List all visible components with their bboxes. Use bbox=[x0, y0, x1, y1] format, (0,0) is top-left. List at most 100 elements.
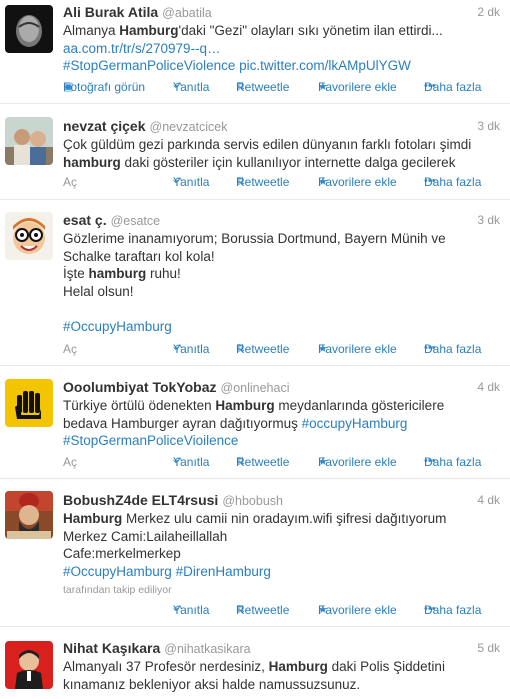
user-fullname[interactable]: BobushZ4de ELT4rsusi bbox=[63, 492, 218, 508]
avatar[interactable] bbox=[5, 491, 53, 539]
action-label: Retweetle bbox=[236, 603, 290, 617]
tweet-text: Hamburg Merkez ulu camii nin oradayım.wi… bbox=[63, 510, 502, 580]
hashtag-link[interactable]: #OccupyHamburg bbox=[63, 319, 172, 334]
tweet-actions: Aç ↶ Yanıtla ⇅ Retweetle ★ Favorilere ekle … bbox=[63, 455, 502, 471]
tweet-header: Ooolumbiyat TokYobaz @onlinehaci 4 dk bbox=[63, 379, 500, 397]
text-segment: ruhu! bbox=[146, 266, 181, 281]
text-segment: meydanlarında göstericilere bbox=[274, 398, 445, 413]
text-line: Helal olsun! bbox=[63, 283, 134, 299]
tweet-text: Almanya Hamburg'daki "Gezi" olayları sık… bbox=[63, 22, 502, 75]
avatar[interactable] bbox=[5, 379, 53, 427]
tweet-actions: ▣ Fotoğrafı görün ↶ Yanıtla ⇅ Retweetle ★ Fa… bbox=[63, 80, 502, 96]
tweet-timestamp[interactable]: 2 dk bbox=[477, 5, 500, 19]
action-label: Daha fazla bbox=[424, 175, 482, 189]
tweet[interactable]: nevzat çiçek @nevzatcicek 3 dk Çok güldüm… bbox=[0, 104, 510, 200]
action-label: Favorilere ekle bbox=[318, 342, 397, 356]
tweet-actions: Aç ↶ Yanıtla ⇅ Retweetle ★ Favorilere ekle … bbox=[63, 342, 502, 358]
action-label: Daha fazla bbox=[424, 342, 482, 356]
tweet-timestamp[interactable]: 5 dk bbox=[477, 641, 500, 655]
text-segment: daki Polis Şiddetini bbox=[327, 659, 445, 674]
action-label: Yanıtla bbox=[173, 175, 210, 189]
hashtag-link[interactable]: #OccupyHamburg bbox=[63, 564, 172, 579]
avatar[interactable] bbox=[5, 5, 53, 53]
hashtag-link[interactable]: #occupyHamburg bbox=[302, 416, 408, 431]
text-line: Merkez Cami:Lailaheillallah bbox=[63, 528, 228, 544]
hashtag-link[interactable]: #StopGermanPoliceViolence bbox=[63, 58, 235, 73]
action-label: Favorilere ekle bbox=[318, 455, 397, 469]
tweet-timestamp[interactable]: 4 dk bbox=[477, 493, 500, 507]
text-segment: bedava Hamburger ayran dağıtıyormuş bbox=[63, 415, 302, 431]
user-handle[interactable]: @abatila bbox=[162, 6, 212, 20]
tweet[interactable]: Ooolumbiyat TokYobaz @onlinehaci 4 dk Tür… bbox=[0, 366, 510, 479]
tweet-timestamp[interactable]: 4 dk bbox=[477, 380, 500, 394]
text-line: Çok güldüm gezi parkında servis edilen d… bbox=[63, 137, 472, 152]
avatar[interactable] bbox=[5, 117, 53, 165]
avatar[interactable] bbox=[5, 641, 53, 689]
text-line: Schalke taraftarı kol kola! bbox=[63, 248, 215, 264]
tweet-timestamp[interactable]: 3 dk bbox=[477, 119, 500, 133]
tweet-link[interactable]: aa.com.tr/tr/s/270979--q… bbox=[63, 41, 221, 56]
user-handle[interactable]: @hbobush bbox=[222, 494, 283, 508]
tweet[interactable]: Nihat Kaşıkara @nihatkasikara 5 dk Almany… bbox=[0, 627, 510, 699]
user-fullname[interactable]: Ooolumbiyat TokYobaz bbox=[63, 379, 217, 395]
text-segment: Türkiye örtülü ödenekten bbox=[63, 398, 216, 413]
highlight-keyword: hamburg bbox=[88, 266, 147, 281]
tweet-actions: ↶ Yanıtla ⇅ Retweetle ★ Favorilere ekle •••… bbox=[63, 603, 502, 619]
text-segment: daki gösteriler için kullanılıyor intern… bbox=[120, 154, 456, 170]
expand-link[interactable]: Aç bbox=[63, 455, 77, 469]
highlight-keyword: Hamburg bbox=[215, 398, 275, 413]
user-handle[interactable]: @onlinehaci bbox=[221, 381, 290, 395]
action-label: Retweetle bbox=[236, 455, 290, 469]
hashtag-link[interactable]: #DirenHamburg bbox=[176, 564, 271, 579]
action-label: Retweetle bbox=[236, 342, 290, 356]
text-segment: Almanyalı 37 Profesör nerdesiniz, bbox=[63, 659, 269, 674]
highlight-keyword: hamburg bbox=[63, 154, 121, 170]
highlight-keyword: Hamburg bbox=[119, 23, 179, 38]
tweet-header: esat ç. @esatce 3 dk bbox=[63, 212, 500, 230]
tweet-timestamp[interactable]: 3 dk bbox=[477, 213, 500, 227]
action-label: Yanıtla bbox=[173, 342, 210, 356]
user-fullname[interactable]: esat ç. bbox=[63, 212, 107, 228]
user-fullname[interactable]: Ali Burak Atila bbox=[63, 4, 158, 20]
user-handle[interactable]: @nihatkasikara bbox=[164, 642, 250, 656]
action-label: Retweetle bbox=[236, 80, 290, 94]
tweet[interactable]: BobushZ4de ELT4rsusi @hbobush 4 dk Hambur… bbox=[0, 479, 510, 627]
action-label: Fotoğrafı görün bbox=[63, 80, 146, 94]
action-label: Daha fazla bbox=[424, 603, 482, 617]
hashtag-link[interactable]: #StopGermanPoliceVioilence bbox=[63, 433, 238, 448]
user-fullname[interactable]: nevzat çiçek bbox=[63, 118, 146, 134]
user-fullname[interactable]: Nihat Kaşıkara bbox=[63, 640, 160, 656]
tweet-actions: Aç ↶ Yanıtla ⇅ Retweetle ★ Favorilere ekle … bbox=[63, 175, 502, 191]
action-label: Favorilere ekle bbox=[318, 603, 397, 617]
action-label: Favorilere ekle bbox=[318, 175, 397, 189]
action-label: Favorilere ekle bbox=[318, 80, 397, 94]
action-label: Yanıtla bbox=[173, 80, 210, 94]
text-line: Gözlerime inanamıyorum; Borussia Dortmun… bbox=[63, 231, 446, 246]
user-handle[interactable]: @esatce bbox=[111, 214, 161, 228]
action-label: Yanıtla bbox=[173, 603, 210, 617]
text-segment: Merkez ulu camii nin oradayım.wifi şifre… bbox=[122, 511, 447, 526]
action-label: Yanıtla bbox=[173, 455, 210, 469]
text-segment: İşte bbox=[63, 266, 89, 281]
action-label: Daha fazla bbox=[424, 80, 482, 94]
expand-link[interactable]: Aç bbox=[63, 175, 77, 189]
tweet-header: BobushZ4de ELT4rsusi @hbobush 4 dk bbox=[63, 492, 500, 510]
tweet[interactable]: esat ç. @esatce 3 dk Gözlerime inanamıyor… bbox=[0, 200, 510, 366]
tweet-text: Çok güldüm gezi parkında servis edilen d… bbox=[63, 136, 502, 171]
followed-by-note: tarafından takip ediliyor bbox=[63, 584, 172, 596]
tweet[interactable]: Ali Burak Atila @abatila 2 dk Almanya Ham… bbox=[0, 0, 510, 104]
user-handle[interactable]: @nevzatcicek bbox=[150, 120, 228, 134]
text-segment: 'daki "Gezi" olayları sıkı yönetim ilan … bbox=[178, 23, 443, 38]
text-line: kınamanız bekleniyor aksi halde namussuz… bbox=[63, 676, 361, 692]
text-segment: Almanya bbox=[63, 23, 120, 38]
expand-link[interactable]: Aç bbox=[63, 342, 77, 356]
action-label: Daha fazla bbox=[424, 455, 482, 469]
action-label: Retweetle bbox=[236, 175, 290, 189]
highlight-keyword: Hamburg bbox=[268, 659, 328, 674]
tweet-text: Gözlerime inanamıyorum; Borussia Dortmun… bbox=[63, 230, 502, 335]
tweet-header: Nihat Kaşıkara @nihatkasikara 5 dk bbox=[63, 640, 500, 658]
avatar[interactable] bbox=[5, 212, 53, 260]
tweet-header: Ali Burak Atila @abatila 2 dk bbox=[63, 4, 500, 22]
pic-link[interactable]: pic.twitter.com/lkAMpUlYGW bbox=[239, 58, 411, 73]
tweet-header: nevzat çiçek @nevzatcicek 3 dk bbox=[63, 118, 500, 136]
